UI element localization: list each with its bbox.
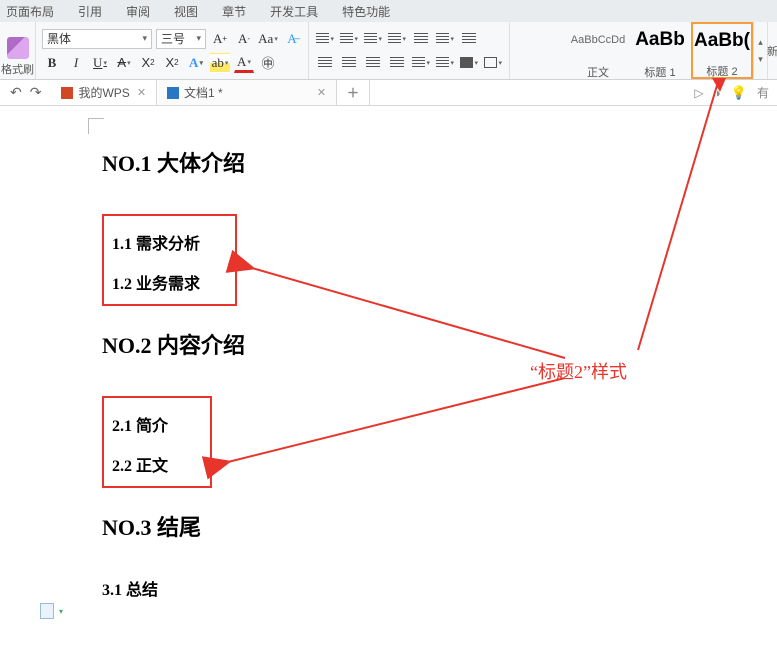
style-normal[interactable]: AaBbCcDd 正文 [567, 22, 629, 79]
document-content[interactable]: NO.1 大体介绍 1.1 需求分析 1.2 业务需求 NO.2 内容介绍 2.… [102, 146, 522, 600]
page-corner-mark [88, 118, 104, 134]
document-icon [167, 87, 179, 99]
font-name-combo[interactable]: 黑体▾ [42, 29, 152, 49]
circled-button[interactable]: ㊥ [258, 53, 278, 73]
heading2-1-2[interactable]: 1.2 业务需求 [112, 270, 227, 294]
redo-button[interactable]: ↷ [30, 84, 42, 101]
undo-button[interactable]: ↶ [10, 84, 22, 101]
heading1-1[interactable]: NO.1 大体介绍 [102, 146, 522, 178]
bold-button[interactable]: B [42, 53, 62, 73]
indent-inc-button[interactable] [387, 29, 407, 49]
styles-more-button[interactable]: ▴▾ [753, 22, 767, 79]
distribute-button[interactable] [411, 53, 431, 73]
heading2-group-2: 2.1 简介 2.2 正文 [102, 396, 212, 488]
heading2-1-1[interactable]: 1.1 需求分析 [112, 230, 227, 254]
text-effect-button[interactable]: A [186, 53, 206, 73]
style-normal-preview: AaBbCcDd [571, 25, 625, 55]
menu-special[interactable]: 特色功能 [330, 3, 402, 20]
shrink-font-button[interactable]: A- [234, 29, 254, 49]
menu-dev-tools[interactable]: 开发工具 [258, 3, 330, 20]
font-size-combo[interactable]: 三号▾ [156, 29, 206, 49]
menu-chapter[interactable]: 章节 [210, 3, 258, 20]
ribbon-next-button[interactable]: 新 [767, 22, 777, 79]
border-button[interactable] [483, 53, 503, 73]
menu-review[interactable]: 审阅 [114, 3, 162, 20]
bulb-icon[interactable]: 💡 [731, 85, 747, 101]
new-tab-button[interactable]: ＋ [337, 80, 370, 105]
align-right-button[interactable] [363, 53, 383, 73]
heading1-3[interactable]: NO.3 结尾 [102, 510, 522, 542]
bullet-list-button[interactable] [315, 29, 335, 49]
style-heading1-label: 标题 1 [644, 64, 675, 78]
heading2-2-2[interactable]: 2.2 正文 [112, 452, 202, 476]
style-heading1-preview: AaBb [635, 25, 685, 55]
menu-reference[interactable]: 引用 [66, 3, 114, 20]
grow-font-button[interactable]: A+ [210, 29, 230, 49]
document-area: NO.1 大体介绍 1.1 需求分析 1.2 业务需求 NO.2 内容介绍 2.… [0, 106, 777, 649]
font-name-value: 黑体 [47, 30, 71, 47]
format-painter-icon [7, 37, 29, 59]
heading2-group-1: 1.1 需求分析 1.2 业务需求 [102, 214, 237, 306]
highlight-button[interactable]: ab [210, 53, 230, 73]
style-heading2[interactable]: AaBb( 标题 2 [691, 22, 753, 79]
style-heading2-preview: AaBb( [694, 26, 750, 56]
font-size-value: 三号 [161, 30, 185, 47]
tab-doc1-label: 文档1 * [184, 84, 223, 101]
close-icon[interactable]: ✕ [317, 86, 326, 99]
align-left-button[interactable] [315, 53, 335, 73]
align-justify-button[interactable] [387, 53, 407, 73]
wps-icon [61, 87, 73, 99]
italic-button[interactable]: I [66, 53, 86, 73]
close-icon[interactable]: ✕ [137, 86, 146, 99]
tab-my-wps-label: 我的WPS [78, 84, 129, 101]
styles-gallery: AaBbCcDd 正文 AaBb 标题 1 AaBb( 标题 2 ▴▾ [567, 22, 767, 79]
heading2-2-1[interactable]: 2.1 简介 [112, 412, 202, 436]
menu-bar: 页面布局 引用 审阅 视图 章节 开发工具 特色功能 [0, 0, 777, 22]
align-center-button[interactable] [339, 53, 359, 73]
style-heading2-label: 标题 2 [706, 63, 737, 77]
number-list-button[interactable] [339, 29, 359, 49]
heading3-1[interactable]: 3.1 总结 [102, 576, 522, 600]
strike-button[interactable]: A [114, 53, 134, 73]
tab-doc1[interactable]: 文档1 * ✕ [157, 80, 337, 105]
style-heading1[interactable]: AaBb 标题 1 [629, 22, 691, 79]
right-label: 有 [757, 84, 769, 101]
subscript-button[interactable]: X2 [162, 53, 182, 73]
font-group: 黑体▾ 三号▾ A+ A- Aa A̶ B I U A X2 X2 A ab A… [35, 22, 309, 79]
indent-dec-button[interactable] [363, 29, 383, 49]
reading-mode-icon[interactable]: ◑ [714, 86, 721, 100]
format-painter-label: 格式刷 [1, 61, 34, 77]
font-color-button[interactable]: A [234, 53, 254, 73]
change-case-button[interactable]: Aa [258, 29, 278, 49]
view-mode-icon[interactable]: ▷ [694, 86, 703, 100]
sort-button[interactable] [459, 29, 479, 49]
clear-format-button[interactable]: A̶ [282, 29, 302, 49]
quick-access: ↶ ↷ [0, 80, 51, 105]
line-spacing-button[interactable] [435, 53, 455, 73]
format-painter[interactable]: 格式刷 [0, 22, 35, 79]
paragraph-group [309, 22, 510, 79]
gutter-options-icon[interactable] [40, 603, 54, 619]
heading1-2[interactable]: NO.2 内容介绍 [102, 328, 522, 360]
rtl-button[interactable] [435, 29, 455, 49]
ltr-button[interactable] [411, 29, 431, 49]
tab-my-wps[interactable]: 我的WPS ✕ [51, 80, 157, 105]
style-normal-label: 正文 [587, 64, 609, 78]
shading-button[interactable] [459, 53, 479, 73]
underline-button[interactable]: U [90, 53, 110, 73]
menu-page-layout[interactable]: 页面布局 [4, 3, 66, 20]
ribbon: 格式刷 黑体▾ 三号▾ A+ A- Aa A̶ B I U A X2 X2 A … [0, 22, 777, 80]
tab-strip: ↶ ↷ 我的WPS ✕ 文档1 * ✕ ＋ ▷ ◑ 💡 有 [0, 80, 777, 106]
menu-view[interactable]: 视图 [162, 3, 210, 20]
superscript-button[interactable]: X2 [138, 53, 158, 73]
